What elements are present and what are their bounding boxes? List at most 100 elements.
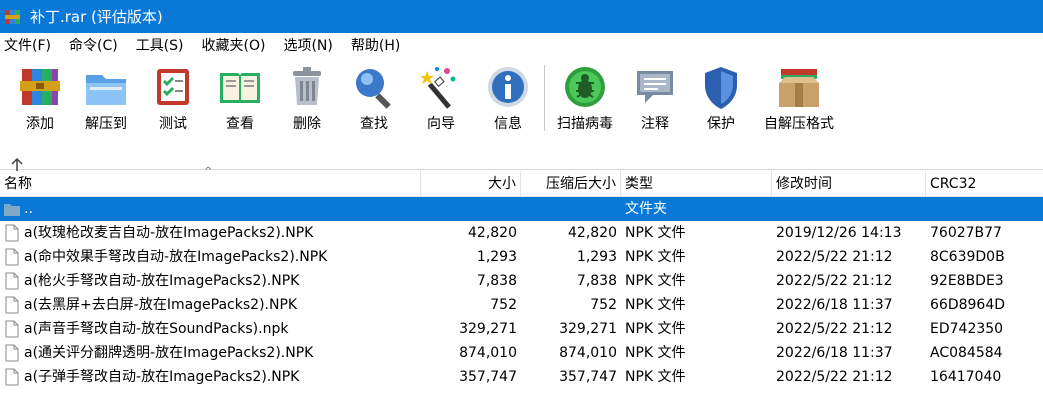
title-bar: 补丁.rar (评估版本) <box>0 0 1043 33</box>
file-icon <box>5 272 19 290</box>
menu-file[interactable]: 文件(F) <box>4 35 51 55</box>
file-icon <box>5 248 19 266</box>
file-packed: 42,820 <box>568 225 617 241</box>
file-modified: 2022/6/18 11:37 <box>776 345 893 361</box>
file-size: 357,747 <box>459 369 517 385</box>
test-icon <box>157 69 189 105</box>
add-archive-icon <box>20 69 60 105</box>
file-crc: 92E8BDE3 <box>930 273 1004 289</box>
file-type: NPK 文件 <box>625 225 686 241</box>
file-type: NPK 文件 <box>625 321 686 337</box>
file-icon <box>5 344 19 362</box>
test-button[interactable]: 测试 <box>136 63 210 133</box>
file-crc: AC084584 <box>930 345 1003 361</box>
menu-tools[interactable]: 工具(S) <box>136 35 184 55</box>
file-name: a(玫瑰枪改麦吉自动-放在ImagePacks2).NPK <box>24 225 314 241</box>
file-type: NPK 文件 <box>625 249 686 265</box>
virus-scan-button[interactable]: 扫描病毒 <box>548 63 622 133</box>
file-size: 752 <box>490 297 517 313</box>
menu-bar: 文件(F) 命令(C) 工具(S) 收藏夹(O) 选项(N) 帮助(H) <box>0 33 1043 57</box>
table-row[interactable]: a(玫瑰枪改麦吉自动-放在ImagePacks2).NPK 42,820 42,… <box>0 221 1043 245</box>
file-modified: 2022/6/18 11:37 <box>776 297 893 313</box>
file-list: ^ 名称 大小 压缩后大小 类型 修改时间 CRC32 .. 文件夹 a(玫瑰枪… <box>0 166 1043 410</box>
table-row[interactable]: a(去黑屏+去白屏-放在ImagePacks2).NPK 752 752 NPK… <box>0 293 1043 317</box>
rows-area: .. 文件夹 a(玫瑰枪改麦吉自动-放在ImagePacks2).NPK 42,… <box>0 197 1043 389</box>
file-size: 7,838 <box>476 273 517 289</box>
wizard-icon <box>420 67 456 109</box>
file-name: a(子弹手弩改自动-放在ImagePacks2).NPK <box>24 369 300 385</box>
menu-help[interactable]: 帮助(H) <box>351 35 400 55</box>
toolbar-separator <box>544 65 545 131</box>
file-type: NPK 文件 <box>625 369 686 385</box>
protect-button[interactable]: 保护 <box>684 63 758 133</box>
file-icon <box>5 320 19 338</box>
menu-options[interactable]: 选项(N) <box>283 35 332 55</box>
table-row[interactable]: a(子弹手弩改自动-放在ImagePacks2).NPK 357,747 357… <box>0 365 1043 389</box>
sort-ascending-icon: ^ <box>204 166 213 177</box>
file-name: a(去黑屏+去白屏-放在ImagePacks2).NPK <box>24 297 298 313</box>
menu-commands[interactable]: 命令(C) <box>69 35 118 55</box>
file-modified: 2022/5/22 21:12 <box>776 321 893 337</box>
extract-to-button[interactable]: 解压到 <box>69 63 143 133</box>
column-header-modified[interactable]: 修改时间 <box>772 171 926 197</box>
file-name: a(枪火手弩改自动-放在ImagePacks2).NPK <box>24 273 300 289</box>
column-header-type[interactable]: 类型 <box>621 171 772 197</box>
add-button[interactable]: 添加 <box>3 63 77 133</box>
file-packed: 752 <box>590 297 617 313</box>
file-size: 42,820 <box>468 225 517 241</box>
menu-favorites[interactable]: 收藏夹(O) <box>202 35 266 55</box>
file-type: NPK 文件 <box>625 273 686 289</box>
file-name: a(声音手弩改自动-放在SoundPacks).npk <box>24 321 289 337</box>
info-icon <box>488 67 528 107</box>
file-packed: 7,838 <box>576 273 617 289</box>
file-size: 1,293 <box>476 249 517 265</box>
toolbar: 添加 解压到 测试 查看 删除 查找 向导 信息 扫描病毒 注释 保护 自解压格… <box>0 57 1043 173</box>
file-crc: ED742350 <box>930 321 1004 337</box>
parent-folder-name: .. <box>24 201 33 217</box>
comment-icon <box>637 71 673 103</box>
folder-icon <box>4 204 20 216</box>
file-packed: 1,293 <box>576 249 617 265</box>
info-button[interactable]: 信息 <box>471 63 545 133</box>
find-button[interactable]: 查找 <box>337 63 411 133</box>
file-crc: 76027B77 <box>930 225 1002 241</box>
file-crc: 66D8964D <box>930 297 1006 313</box>
column-header-packed[interactable]: 压缩后大小 <box>521 171 621 197</box>
file-size: 874,010 <box>459 345 517 361</box>
file-modified: 2022/5/22 21:12 <box>776 273 893 289</box>
column-header-size[interactable]: 大小 <box>421 171 521 197</box>
delete-icon <box>293 67 321 105</box>
file-icon <box>5 296 19 314</box>
file-crc: 8C639D0B <box>930 249 1005 265</box>
protect-icon <box>705 67 737 109</box>
file-crc: 16417040 <box>930 369 1002 385</box>
extract-to-icon <box>86 75 126 105</box>
file-icon <box>5 224 19 242</box>
comment-button[interactable]: 注释 <box>618 63 692 133</box>
file-name: a(命中效果手弩改自动-放在ImagePacks2).NPK <box>24 249 328 265</box>
view-button[interactable]: 查看 <box>203 63 277 133</box>
table-row[interactable]: a(命中效果手弩改自动-放在ImagePacks2).NPK 1,293 1,2… <box>0 245 1043 269</box>
parent-folder-row[interactable]: .. 文件夹 <box>0 197 1043 221</box>
file-icon <box>5 368 19 386</box>
delete-button[interactable]: 删除 <box>270 63 344 133</box>
window-title: 补丁.rar (评估版本) <box>30 8 163 26</box>
file-packed: 357,747 <box>559 369 617 385</box>
file-type: NPK 文件 <box>625 297 686 313</box>
file-size: 329,271 <box>459 321 517 337</box>
column-header-crc[interactable]: CRC32 <box>926 171 1043 197</box>
file-type: NPK 文件 <box>625 345 686 361</box>
sfx-icon <box>779 69 819 107</box>
file-packed: 329,271 <box>559 321 617 337</box>
wizard-button[interactable]: 向导 <box>404 63 478 133</box>
sfx-button[interactable]: 自解压格式 <box>757 63 841 133</box>
view-icon <box>220 73 260 103</box>
parent-folder-type: 文件夹 <box>625 201 667 217</box>
file-modified: 2022/5/22 21:12 <box>776 249 893 265</box>
table-row[interactable]: a(枪火手弩改自动-放在ImagePacks2).NPK 7,838 7,838… <box>0 269 1043 293</box>
table-row[interactable]: a(通关评分翻牌透明-放在ImagePacks2).NPK 874,010 87… <box>0 341 1043 365</box>
find-icon <box>356 69 391 109</box>
file-packed: 874,010 <box>559 345 617 361</box>
table-row[interactable]: a(声音手弩改自动-放在SoundPacks).npk 329,271 329,… <box>0 317 1043 341</box>
list-header: ^ 名称 大小 压缩后大小 类型 修改时间 CRC32 <box>0 166 1043 197</box>
